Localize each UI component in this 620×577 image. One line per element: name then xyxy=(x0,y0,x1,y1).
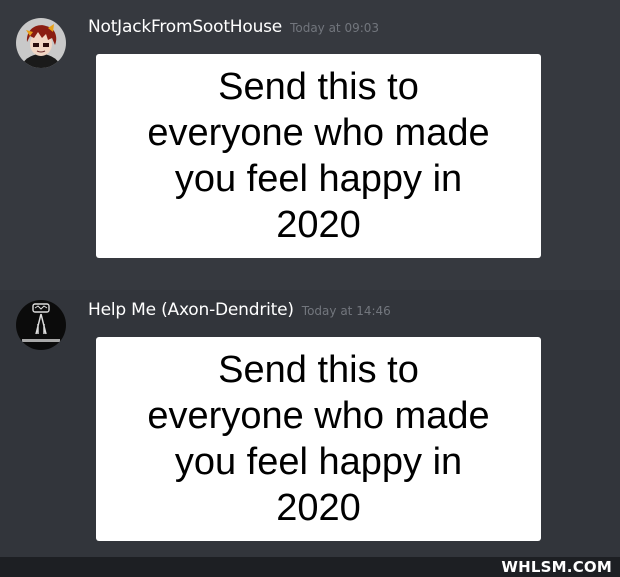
dark-logo-avatar-icon xyxy=(16,300,66,350)
timestamp[interactable]: Today at 09:03 xyxy=(290,21,379,35)
timestamp[interactable]: Today at 14:46 xyxy=(302,304,391,318)
caption-line: 2020 xyxy=(276,204,361,246)
image-caption: Send this to everyone who made you feel … xyxy=(147,64,489,248)
caption-line: Send this to xyxy=(218,66,419,108)
username[interactable]: Help Me (Axon-Dendrite) xyxy=(88,300,294,320)
message-header: Help Me (Axon-Dendrite) Today at 14:46 xyxy=(88,300,391,320)
caption-line: everyone who made xyxy=(147,112,490,154)
image-caption: Send this to everyone who made you feel … xyxy=(147,347,489,531)
username[interactable]: NotJackFromSootHouse xyxy=(88,17,282,37)
image-attachment[interactable]: Send this to everyone who made you feel … xyxy=(96,337,541,541)
message-header: NotJackFromSootHouse Today at 09:03 xyxy=(88,17,379,37)
caption-line: you feel happy in xyxy=(174,441,463,483)
avatar[interactable] xyxy=(16,18,66,68)
caption-line: Send this to xyxy=(218,349,419,391)
caption-line: you feel happy in xyxy=(174,158,463,200)
avatar[interactable] xyxy=(16,300,66,350)
chat-window: NotJackFromSootHouse Today at 09:03 Send … xyxy=(0,0,620,577)
watermark: WHLSM.COM xyxy=(501,558,612,576)
cartoon-red-hair-avatar-icon xyxy=(16,18,66,68)
image-attachment[interactable]: Send this to everyone who made you feel … xyxy=(96,54,541,258)
caption-line: everyone who made xyxy=(147,395,490,437)
caption-line: 2020 xyxy=(276,487,361,529)
